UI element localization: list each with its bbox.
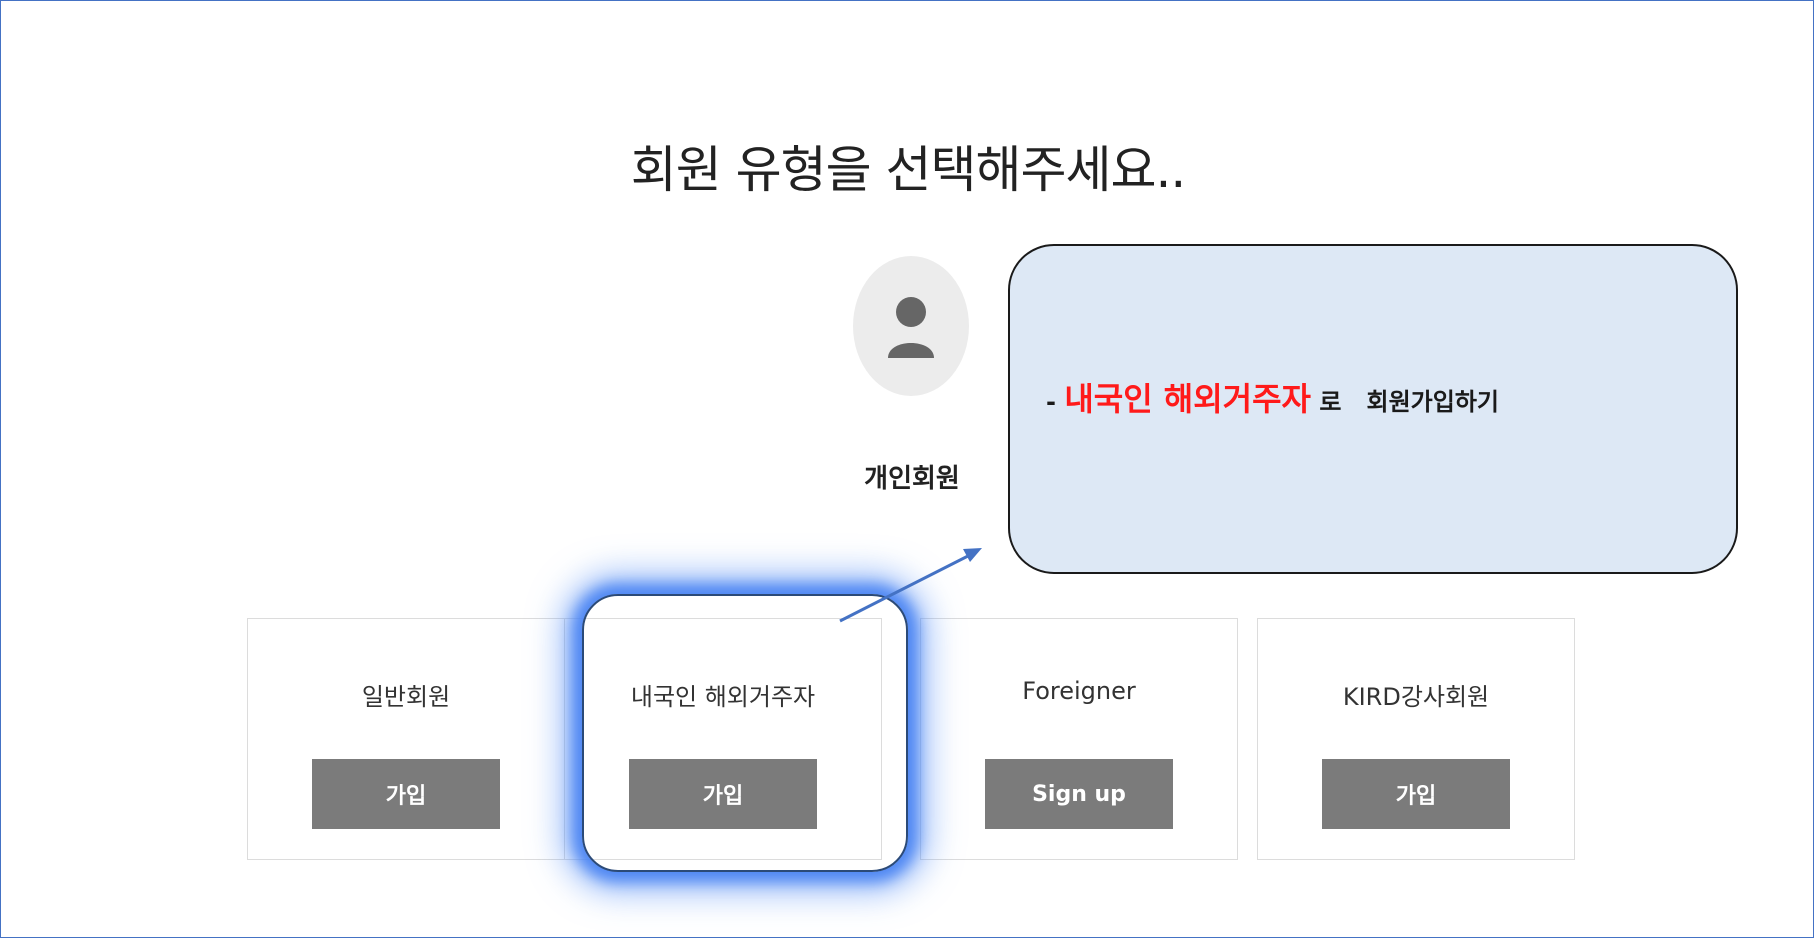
- callout-text: - 내국인 해외거주자 로 회원가입하기: [1046, 374, 1499, 420]
- callout-suffix: 로 회원가입하기: [1311, 388, 1499, 416]
- callout-prefix: -: [1046, 388, 1065, 416]
- callout-emphasis: 내국인 해외거주자: [1064, 380, 1311, 418]
- annotation-callout: - 내국인 해외거주자 로 회원가입하기: [1008, 244, 1738, 574]
